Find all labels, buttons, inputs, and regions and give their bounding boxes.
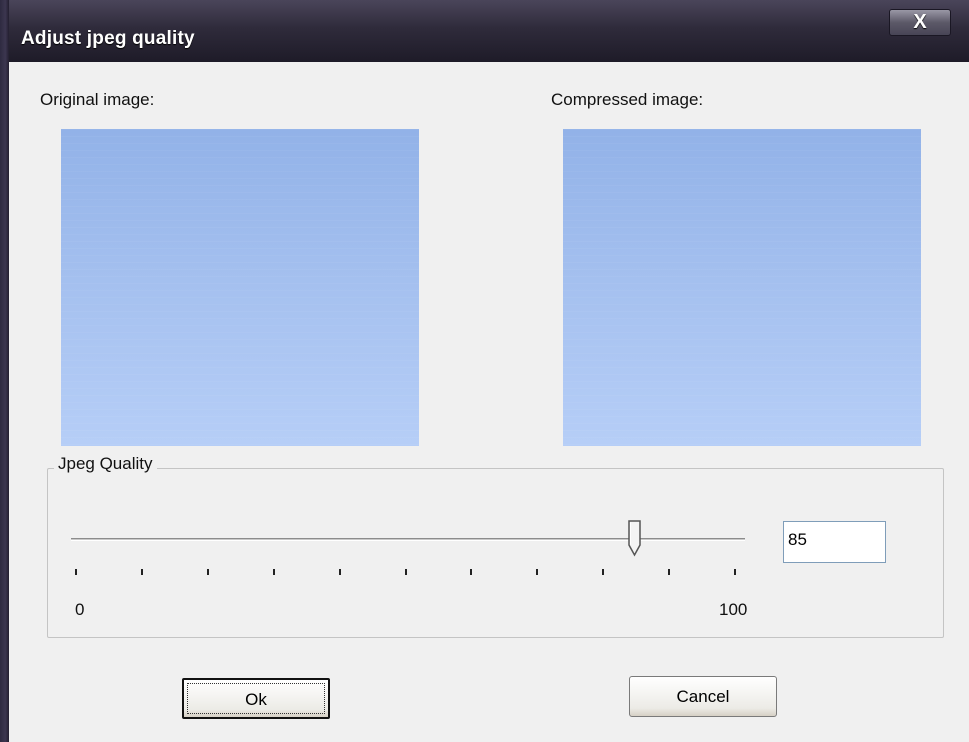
window-left-edge [0, 0, 9, 742]
slider-tick [272, 569, 275, 575]
slider-tick [140, 569, 143, 575]
cancel-button[interactable]: Cancel [629, 676, 777, 717]
slider-tick [734, 569, 736, 575]
original-image-label: Original image: [40, 90, 155, 109]
slider-tick [668, 569, 671, 575]
close-button[interactable]: X [889, 9, 951, 36]
dialog-window: Adjust jpeg quality X Original image: Co… [0, 0, 969, 742]
slider-tick [206, 569, 209, 575]
close-icon: X [913, 11, 927, 33]
dialog-client-area: Original image: Compressed image: Jpeg Q… [9, 62, 969, 742]
slider-tick [75, 569, 77, 575]
quality-slider-track[interactable] [71, 538, 745, 541]
title-bar[interactable]: Adjust jpeg quality X [9, 0, 969, 62]
slider-tick [404, 569, 407, 575]
jpeg-quality-group-label: Jpeg Quality [54, 454, 157, 474]
slider-tick [536, 569, 539, 575]
slider-tick [602, 569, 605, 575]
quality-slider-thumb[interactable] [627, 519, 643, 559]
ok-button[interactable]: Ok [182, 678, 330, 719]
compressed-image-preview [563, 129, 921, 446]
compressed-image-label: Compressed image: [551, 90, 704, 109]
window-title: Adjust jpeg quality [21, 28, 195, 49]
quality-value-input[interactable]: 85 [783, 521, 886, 563]
ok-button-label: Ok [245, 690, 267, 709]
slider-min-label: 0 [75, 600, 85, 619]
slider-tick [470, 569, 473, 575]
original-image-preview [61, 129, 419, 446]
slider-tick [338, 569, 341, 575]
slider-max-label: 100 [719, 600, 748, 619]
cancel-button-label: Cancel [676, 687, 730, 706]
